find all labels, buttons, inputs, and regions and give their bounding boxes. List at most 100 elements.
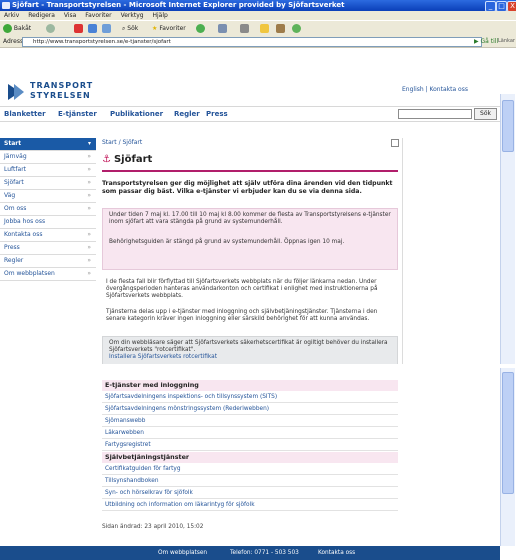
menu-arkiv[interactable]: Arkiv <box>4 12 19 19</box>
section-heading-login: E-tjänster med inloggning <box>102 380 398 391</box>
search-input[interactable] <box>398 109 472 119</box>
sidebar-item-om-webbplatsen[interactable]: Om webbplatsen » <box>0 268 96 281</box>
messenger-icon <box>292 24 301 33</box>
chevron-right-icon: » <box>87 244 91 251</box>
breadcrumb[interactable]: Start / Sjöfart <box>102 139 142 146</box>
sidebar-item-jarnvag[interactable]: Järnväg » <box>0 151 96 164</box>
sidebar-item-label: Press <box>4 244 20 251</box>
page-title: ⚓ Sjöfart <box>102 154 152 165</box>
messenger-button[interactable] <box>292 23 301 34</box>
refresh-button[interactable] <box>88 23 97 34</box>
sidebar-item-regler[interactable]: Regler » <box>0 255 96 268</box>
address-bar: Adress http://www.transportstyrelsen.se/… <box>0 36 516 48</box>
list-item[interactable]: Utbildning och information om läkarintyg… <box>102 500 398 511</box>
footer-link-about[interactable]: Om webbplatsen <box>158 546 207 560</box>
stop-button[interactable] <box>74 23 83 34</box>
favorites-label: Favoriter <box>159 25 186 32</box>
search-button[interactable]: ⌕ Sök <box>122 23 138 34</box>
forward-arrow-icon <box>46 24 55 33</box>
search-label: Sök <box>127 25 139 32</box>
ie-icon <box>2 2 10 9</box>
home-button[interactable] <box>102 23 111 34</box>
list-item[interactable]: Certifikatguiden för fartyg <box>102 464 398 475</box>
address-input[interactable]: http://www.transportstyrelsen.se/e-tjans… <box>22 37 482 47</box>
menu-visa[interactable]: Visa <box>64 12 76 19</box>
last-modified: Sidan ändrad: 23 april 2010, 15:02 <box>102 524 204 530</box>
print-page-icon[interactable] <box>391 139 399 147</box>
info-paragraph-2: Tjänsterna delas upp i e-tjänster med in… <box>106 309 378 322</box>
list-item[interactable]: Sjöfartsavdelningens inspektions- och ti… <box>102 392 398 403</box>
folder-button[interactable] <box>260 23 269 34</box>
sidebar-item-kontakta[interactable]: Kontakta oss » <box>0 229 96 242</box>
sidebar-item-luftfart[interactable]: Luftfart » <box>0 164 96 177</box>
history-button[interactable] <box>196 23 205 34</box>
nav-e-tjanster[interactable]: E-tjänster <box>58 110 97 118</box>
forward-button[interactable] <box>46 23 55 34</box>
list-item[interactable]: Sjöfartsavdelningens mönstringssystem (R… <box>102 404 398 415</box>
chevron-right-icon: » <box>87 192 91 199</box>
right-column <box>402 138 499 364</box>
nav-regler[interactable]: Regler <box>174 110 200 118</box>
certificate-text: Om din webbläsare säger att Sjöfartsverk… <box>109 340 388 353</box>
menu-verktyg[interactable]: Verktyg <box>121 12 144 19</box>
list-item[interactable]: Sjömanswebb <box>102 416 398 427</box>
print-button[interactable] <box>240 23 249 34</box>
anchor-icon: ⚓ <box>102 154 111 165</box>
sidebar-item-label: Jobba hos oss <box>4 218 46 225</box>
sidebar-item-vag[interactable]: Väg » <box>0 190 96 203</box>
sidebar-item-om-oss[interactable]: Om oss » <box>0 203 96 216</box>
list-item[interactable]: Syn- och hörselkrav för sjöfolk <box>102 488 398 499</box>
favorites-button[interactable]: ★ Favoriter <box>152 23 186 34</box>
window-titlebar: Sjöfart - Transportstyrelsen - Microsoft… <box>0 0 516 12</box>
list-item[interactable]: Tillsynshandboken <box>102 476 398 487</box>
info-paragraph-1: I de flesta fall blir förflyttad till Sj… <box>106 279 378 299</box>
logo-mark2-icon <box>14 84 24 100</box>
sidebar-item-sjofart[interactable]: Sjöfart » <box>0 177 96 190</box>
star-icon: ★ <box>152 25 158 32</box>
mail-button[interactable] <box>218 23 227 34</box>
scrollbar-thumb[interactable] <box>502 100 514 152</box>
sidebar-item-jobba[interactable]: Jobba hos oss <box>0 216 96 229</box>
certificate-link[interactable]: Installera Sjöfartsverkets rotcertifikat <box>109 354 217 360</box>
sidebar-item-label: Start <box>4 140 22 147</box>
sidebar-item-start[interactable]: Start ▾ <box>0 138 96 151</box>
back-arrow-icon <box>3 24 12 33</box>
screenshot-gap <box>0 364 516 368</box>
chevron-right-icon: » <box>87 270 91 277</box>
tools-button[interactable] <box>276 23 285 34</box>
back-button[interactable]: Bakåt <box>3 23 31 34</box>
list-item[interactable]: Fartygsregistret <box>102 440 398 451</box>
go-button[interactable]: ▶ Gå till <box>474 36 498 47</box>
sidebar-item-label: Regler <box>4 257 24 264</box>
sidebar: Start ▾ Järnväg» Luftfart» Sjöfart» Väg» … <box>0 138 96 281</box>
chevron-right-icon: » <box>87 257 91 264</box>
links-label[interactable]: Länkar <box>498 36 515 47</box>
maintenance-notice: Under tiden 7 maj kl. 17.00 till 10 maj … <box>102 208 398 270</box>
sidebar-item-press[interactable]: Press » <box>0 242 96 255</box>
chevron-right-icon: » <box>87 153 91 160</box>
back-label: Bakåt <box>13 25 32 32</box>
top-links[interactable]: English | Kontakta oss <box>402 86 468 93</box>
nav-press[interactable]: Press <box>206 110 228 118</box>
sidebar-item-label: Väg <box>4 192 16 199</box>
stop-icon <box>74 24 83 33</box>
nav-publikationer[interactable]: Publikationer <box>110 110 163 118</box>
search-icon: ⌕ <box>122 25 126 32</box>
menubar: Arkiv Redigera Visa Favoriter Verktyg Hj… <box>0 11 516 20</box>
scrollbar-thumb-lower[interactable] <box>502 372 514 494</box>
refresh-icon <box>88 24 97 33</box>
menu-favoriter[interactable]: Favoriter <box>85 12 111 19</box>
footer-link-contact[interactable]: Kontakta oss <box>318 546 355 560</box>
sidebar-item-label: Kontakta oss <box>4 231 43 238</box>
search-submit-button[interactable]: Sök <box>474 108 497 120</box>
logo-line2: STYRELSEN <box>30 91 91 100</box>
nav-blanketter[interactable]: Blanketter <box>4 110 46 118</box>
menu-redigera[interactable]: Redigera <box>28 12 55 19</box>
title-divider <box>102 170 398 172</box>
list-item[interactable]: Läkarwebben <box>102 428 398 439</box>
chevron-down-icon: ▾ <box>87 140 91 147</box>
footer-phone: Telefon: 0771 - 503 503 <box>230 550 299 556</box>
sidebar-item-label: Om webbplatsen <box>4 270 55 277</box>
tools-icon <box>276 24 285 33</box>
menu-hjalp[interactable]: Hjälp <box>152 12 167 19</box>
